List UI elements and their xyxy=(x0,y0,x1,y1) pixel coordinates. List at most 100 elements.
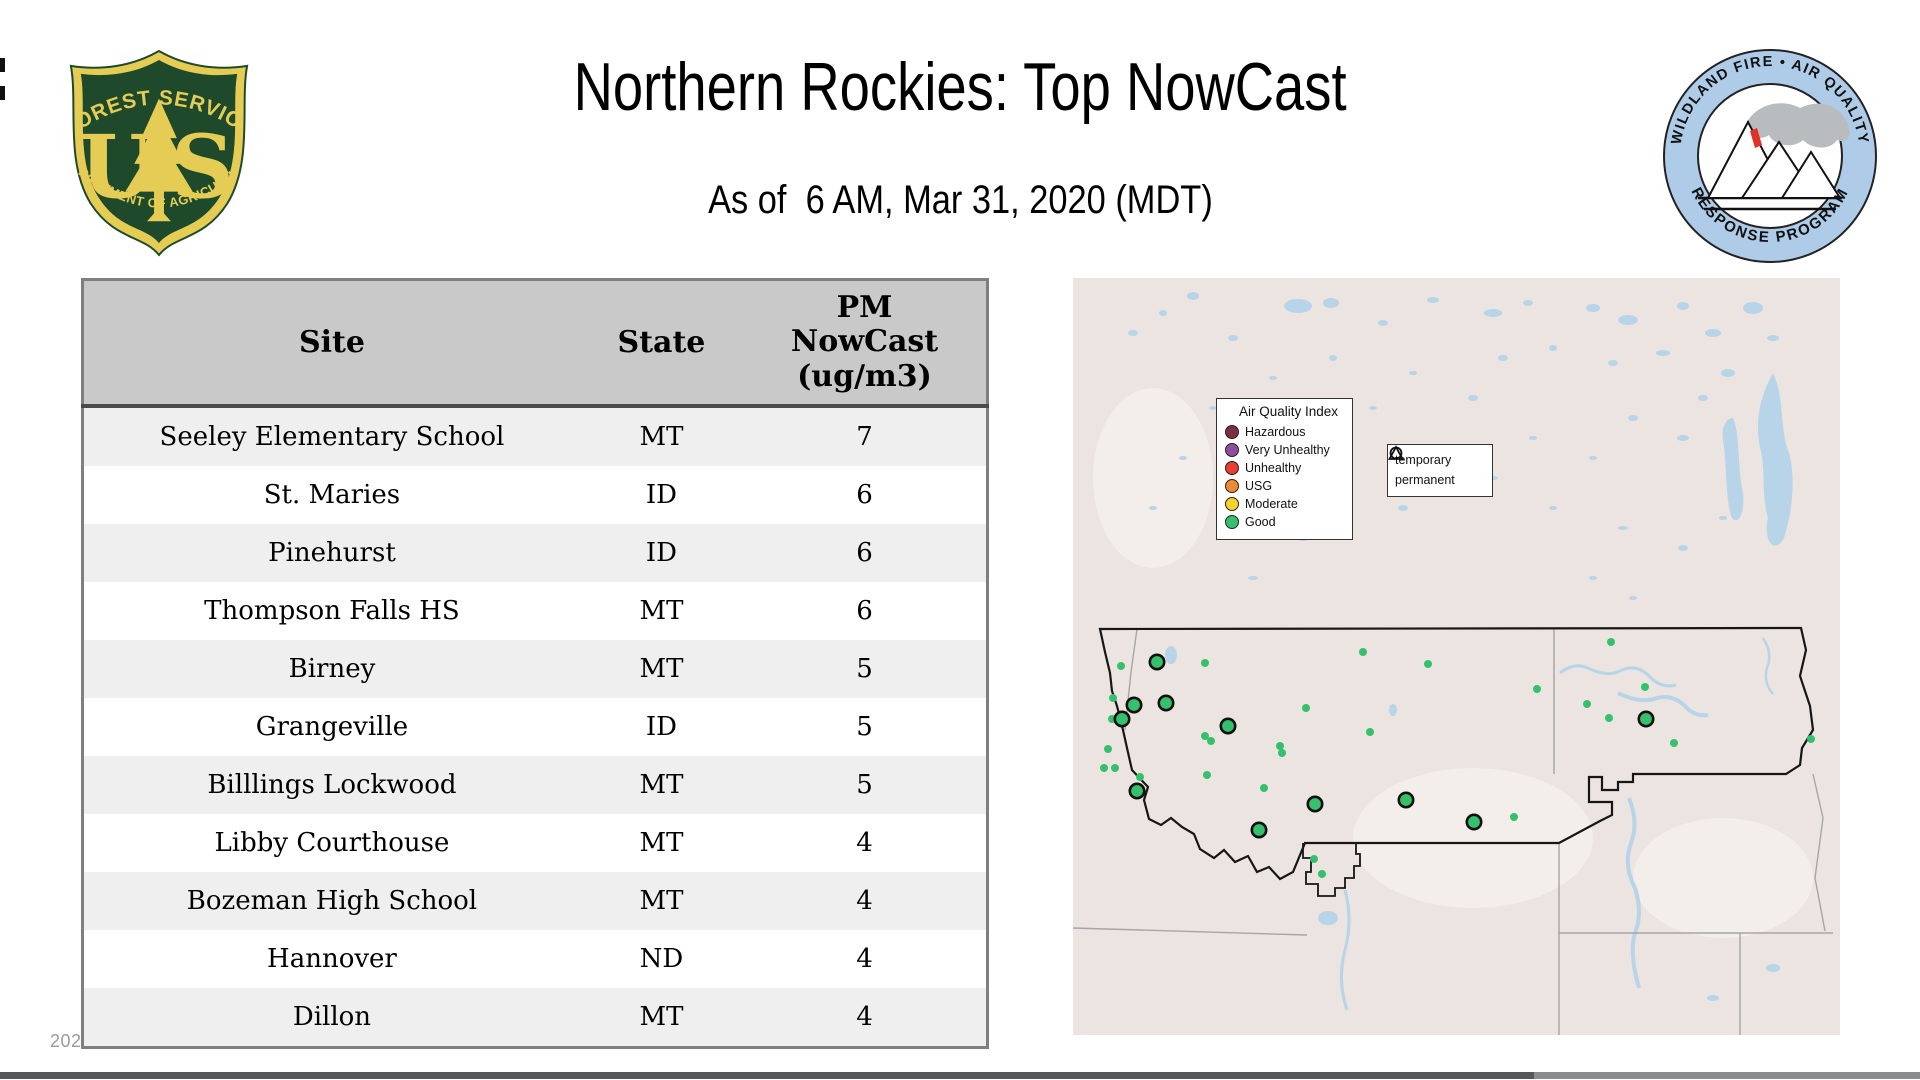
monitor-map: Air Quality Index HazardousVery Unhealth… xyxy=(1073,278,1840,1035)
aqi-category-label: Good xyxy=(1245,515,1276,529)
col-header-site: Site xyxy=(83,280,580,407)
aqi-color-swatch xyxy=(1225,425,1239,439)
pm-value-cell: 6 xyxy=(743,524,988,582)
pm-value-cell: 6 xyxy=(743,582,988,640)
monitor-dot-large xyxy=(1150,655,1164,669)
lake xyxy=(1677,302,1689,310)
monitor-dot-small xyxy=(1510,813,1518,821)
site-cell: Pinehurst xyxy=(83,524,580,582)
lake xyxy=(1629,596,1637,600)
pm-value-cell: 5 xyxy=(743,640,988,698)
monitor-dot-small xyxy=(1302,704,1310,712)
site-cell: Grangeville xyxy=(83,698,580,756)
site-cell: Billlings Lockwood xyxy=(83,756,580,814)
state-cell: MT xyxy=(580,814,743,872)
left-edge-mark xyxy=(0,58,5,72)
lake xyxy=(1187,292,1199,300)
state-cell: MT xyxy=(580,640,743,698)
monitor-dot-large xyxy=(1399,793,1413,807)
aqi-legend-item: Hazardous xyxy=(1225,423,1352,441)
lake xyxy=(1766,964,1780,972)
monitor-dot-small xyxy=(1366,728,1374,736)
pm-value-cell: 6 xyxy=(743,466,988,524)
monitor-dot-small xyxy=(1276,742,1284,750)
table-row: DillonMT4 xyxy=(83,988,988,1048)
monitor-dot-small xyxy=(1807,735,1815,743)
monitor-dot-small xyxy=(1583,700,1591,708)
table-row: Bozeman High SchoolMT4 xyxy=(83,872,988,930)
lake xyxy=(1159,310,1167,316)
header: Northern Rockies: Top NowCast As of 6 AM… xyxy=(300,48,1620,223)
bottom-window-edge-right xyxy=(1534,1072,1920,1079)
lake xyxy=(1743,302,1763,314)
lake xyxy=(1549,345,1557,351)
lake xyxy=(1618,315,1638,325)
lake xyxy=(1269,376,1277,380)
table-row: HannoverND4 xyxy=(83,930,988,988)
page-title: Northern Rockies: Top NowCast xyxy=(574,48,1347,126)
state-cell: ID xyxy=(580,466,743,524)
monitor-dot-small xyxy=(1607,638,1615,646)
permanent-triangle-icon xyxy=(1388,445,1404,461)
lake xyxy=(1484,309,1502,317)
state-cell: MT xyxy=(580,872,743,930)
site-cell: Dillon xyxy=(83,988,580,1048)
table-row: PinehurstID6 xyxy=(83,524,988,582)
aqi-legend-title: Air Quality Index xyxy=(1225,404,1352,419)
lake xyxy=(1378,320,1388,326)
lake xyxy=(1523,300,1533,306)
lake xyxy=(1698,395,1708,401)
lake xyxy=(1427,297,1439,303)
table-row: GrangevilleID5 xyxy=(83,698,988,756)
lake xyxy=(1529,436,1537,440)
wfaqrp-logo: WILDLAND FIRE • AIR QUALITY RESPONSE PRO… xyxy=(1660,46,1880,266)
lake xyxy=(1618,526,1628,530)
lake xyxy=(1586,304,1600,312)
bottom-window-edge xyxy=(0,1072,1534,1079)
aqi-category-label: Hazardous xyxy=(1245,425,1305,439)
monitor-dot-small xyxy=(1533,685,1541,693)
aqi-legend-item: USG xyxy=(1225,477,1352,495)
state-cell: MT xyxy=(580,988,743,1048)
monitor-dot-small xyxy=(1111,764,1119,772)
lake xyxy=(1329,355,1337,361)
monitor-dot-small xyxy=(1318,870,1326,878)
monitor-dot-large xyxy=(1639,712,1653,726)
lake xyxy=(1656,350,1670,356)
monitor-dot-small xyxy=(1136,773,1144,781)
site-cell: Hannover xyxy=(83,930,580,988)
monitor-dot-large xyxy=(1159,696,1173,710)
site-cell: Birney xyxy=(83,640,580,698)
lake xyxy=(1284,299,1312,313)
monitor-dot-large xyxy=(1308,797,1322,811)
site-cell: St. Maries xyxy=(83,466,580,524)
monitor-dot-small xyxy=(1670,739,1678,747)
aqi-legend-item: Moderate xyxy=(1225,495,1352,513)
col-header-state: State xyxy=(580,280,743,407)
state-cell: ID xyxy=(580,698,743,756)
lake xyxy=(1719,516,1727,520)
lake xyxy=(1128,330,1138,336)
monitor-dot-large xyxy=(1130,784,1144,798)
monitor-dot-small xyxy=(1359,648,1367,656)
pm-value-cell: 4 xyxy=(743,814,988,872)
aqi-color-swatch xyxy=(1225,461,1239,475)
monitor-dot-large xyxy=(1127,698,1141,712)
aqi-legend-item: Good xyxy=(1225,513,1352,531)
table-row: Billlings LockwoodMT5 xyxy=(83,756,988,814)
monitor-dot-large xyxy=(1467,815,1481,829)
monitor-dot-small xyxy=(1100,764,1108,772)
monitor-dot-small xyxy=(1278,749,1286,757)
page-subtitle: As of 6 AM, Mar 31, 2020 (MDT) xyxy=(708,178,1213,223)
table-row: Seeley Elementary SchoolMT7 xyxy=(83,406,988,466)
monitor-dot-small xyxy=(1641,683,1649,691)
table-row: St. MariesID6 xyxy=(83,466,988,524)
lake xyxy=(1498,355,1508,361)
pm-value-cell: 5 xyxy=(743,756,988,814)
aqi-color-swatch xyxy=(1225,515,1239,529)
pm-value-cell: 7 xyxy=(743,406,988,466)
lake xyxy=(1369,406,1377,410)
aqi-category-label: USG xyxy=(1245,479,1272,493)
lake xyxy=(1248,576,1258,580)
lake xyxy=(1721,369,1735,377)
